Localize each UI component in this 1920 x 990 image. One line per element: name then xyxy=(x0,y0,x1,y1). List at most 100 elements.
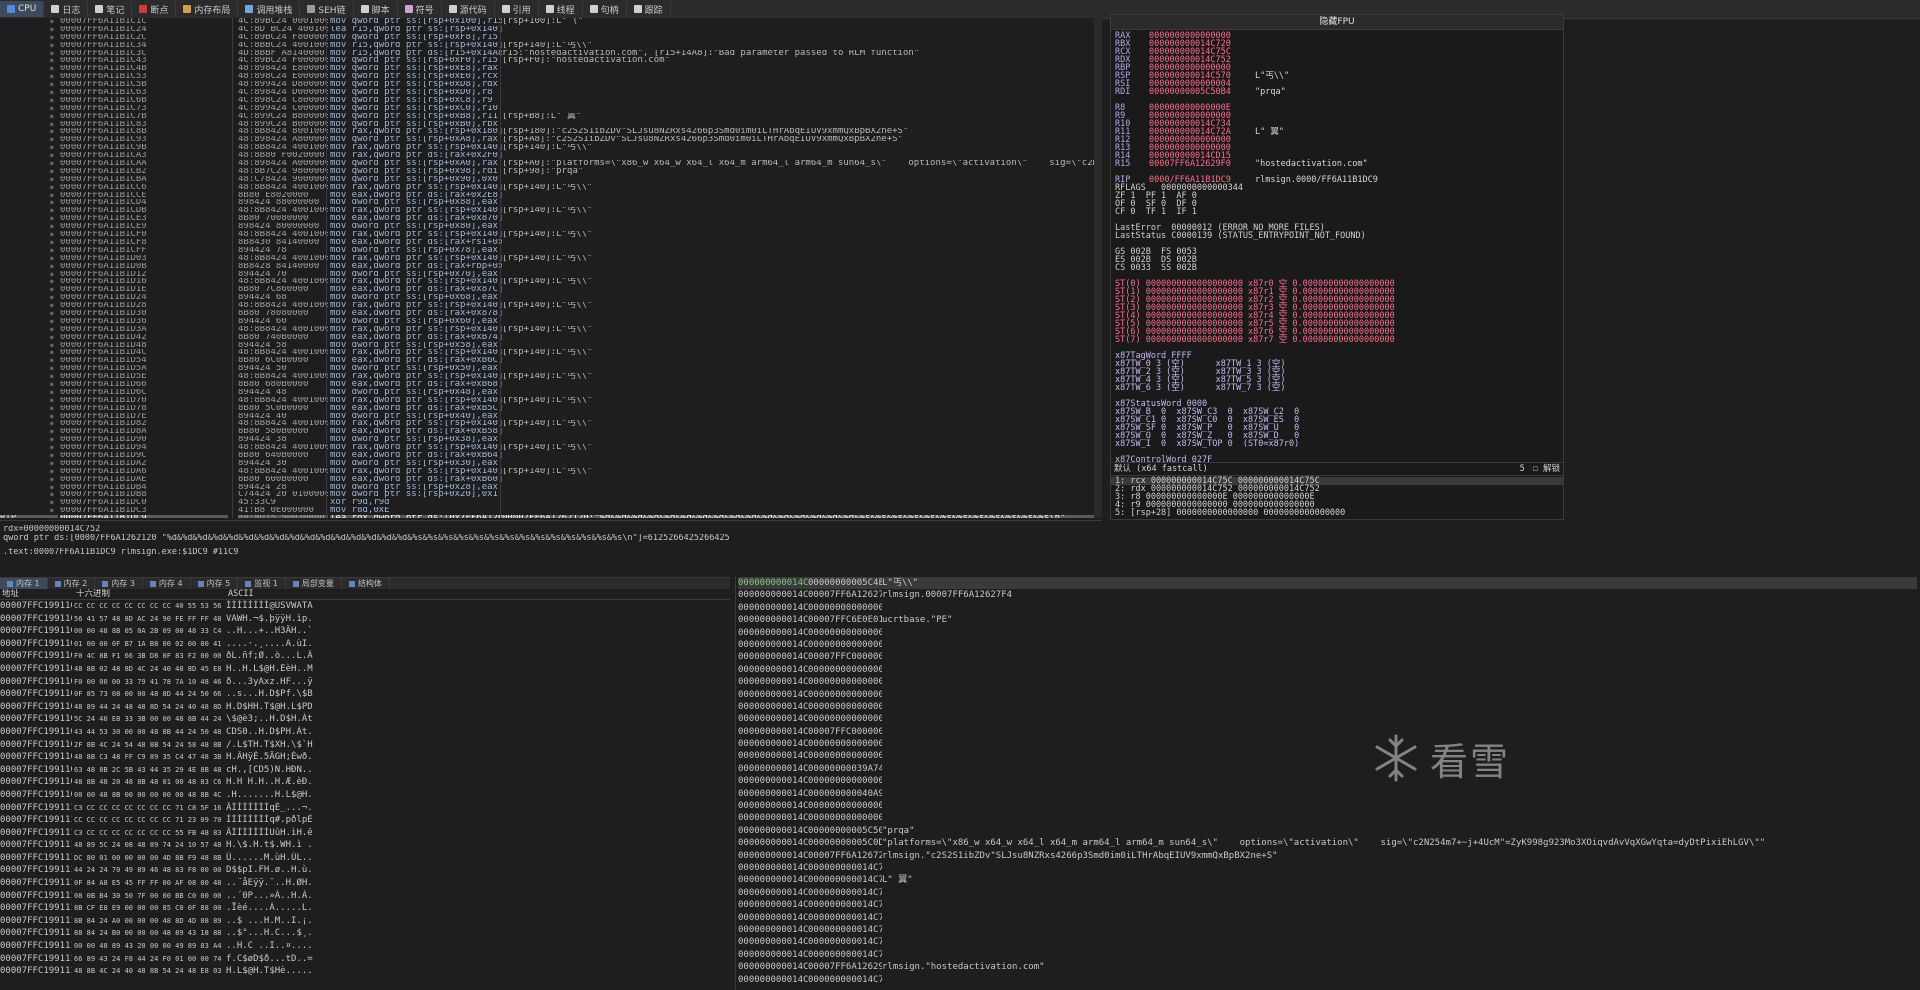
stack-row-comment[interactable] xyxy=(882,812,1917,824)
instruction-address[interactable]: 00007FF6A11B1C9B xyxy=(60,144,228,152)
dump-row-hex[interactable]: 0F 85 73 08 00 00 48 8D 44 24 50 66 89 5… xyxy=(74,688,224,701)
gutter-cell[interactable]: ● xyxy=(0,310,58,318)
instruction-text[interactable]: mov dword ptr ss:[rsp+0x28],eax xyxy=(330,484,502,492)
stack-row-value[interactable]: 000000000040A975 xyxy=(808,788,882,800)
breakpoint-slot-icon[interactable]: ● xyxy=(50,184,54,191)
x87-line[interactable]: x87TW_6 3 (空) x87TW_7 3 (空) xyxy=(1111,384,1563,393)
gutter-cell[interactable]: ● xyxy=(0,128,58,136)
stack-row-address[interactable]: 000000000014C638 xyxy=(738,887,808,899)
gutter-cell[interactable]: ● xyxy=(0,57,58,65)
stack-row-address[interactable]: 000000000014C658 xyxy=(738,936,808,948)
breakpoint-slot-icon[interactable]: ● xyxy=(50,373,54,380)
instruction-text[interactable]: mov eax,dword ptr ds:[rax+0xB6C] xyxy=(330,357,502,365)
dump-row-hex[interactable]: 44 24 24 70 49 89 46 48 83 F8 00 00 48 8… xyxy=(74,864,224,877)
dump-row-hex[interactable]: 88 84 24 B0 00 00 00 48 89 43 18 88 84 2… xyxy=(74,927,224,940)
dump-row-address[interactable]: 00007FFC199111A0 xyxy=(0,927,72,940)
breakpoint-slot-icon[interactable]: ● xyxy=(50,342,54,349)
instruction-text[interactable]: mov rax,qword ptr ss:[rsp+0x140] xyxy=(330,255,502,263)
instruction-comment[interactable]: [rsp+B8]:L" 翼" xyxy=(502,113,1102,121)
breakpoint-slot-icon[interactable]: ● xyxy=(50,326,54,333)
instruction-bytes[interactable]: 894424 60 xyxy=(238,318,328,326)
dump-row-hex[interactable]: 48 8B 4C 24 40 48 8B 54 24 48 E8 03 00 0… xyxy=(74,965,224,978)
gutter-cell[interactable]: ● xyxy=(0,278,58,286)
instruction-address[interactable]: 00007FF6A11B1DC0 xyxy=(60,499,228,507)
breakpoint-slot-icon[interactable]: ● xyxy=(50,507,54,514)
instruction-address[interactable]: 00007FF6A11B1C3C xyxy=(60,50,228,58)
dump-row-address[interactable]: 00007FFC19911010 xyxy=(0,613,72,626)
instruction-bytes[interactable]: 48:898C24 E0000000 xyxy=(238,73,328,81)
instruction-address[interactable]: 00007FF6A11B1DB8 xyxy=(60,491,228,499)
instruction-comment[interactable] xyxy=(502,34,1102,42)
instruction-bytes[interactable]: 48:8B8424 40010000 xyxy=(238,373,328,381)
breakpoint-slot-icon[interactable]: ● xyxy=(50,468,54,475)
instruction-text[interactable]: mov qword ptr ss:[rsp+0x90],0x0 xyxy=(330,176,502,184)
instruction-bytes[interactable]: 8B80 70080000 xyxy=(238,215,328,223)
stack-row-address[interactable]: 000000000014C590 xyxy=(738,627,808,639)
stack-row-address[interactable]: 000000000014C640 xyxy=(738,899,808,911)
dump-row-ascii[interactable]: \$@è3;..H.D$H.Àt xyxy=(226,713,726,726)
breakpoint-slot-icon[interactable]: ● xyxy=(50,18,54,25)
breakpoint-slot-icon[interactable]: ● xyxy=(50,499,54,506)
stack-row-address[interactable]: 000000000014C5F0 xyxy=(738,775,808,787)
instruction-text[interactable]: mov qword ptr ss:[rsp+0xE0],rcx xyxy=(330,73,502,81)
stack-row-address[interactable]: 000000000014C618 xyxy=(738,837,808,849)
stack-row-address[interactable]: 000000000014C610 xyxy=(738,825,808,837)
dump-row-address[interactable]: 00007FFC19911190 xyxy=(0,915,72,928)
instruction-address[interactable]: 00007FF6A11B1D16 xyxy=(60,278,228,286)
stack-row-address[interactable]: 000000000014C5A0 xyxy=(738,651,808,663)
dump-row-address[interactable]: 00007FFC19911140 xyxy=(0,852,72,865)
instruction-comment[interactable]: [rsp+A8]:"c2S2S1ibZDv"SLJsu8NZRxs4266p3S… xyxy=(502,136,1102,144)
stack-row-comment[interactable] xyxy=(882,664,1917,676)
call-arguments-panel[interactable]: 默认 (x64 fastcall) 5 ☐ 解锁 1: rcx 00000000… xyxy=(1110,462,1564,520)
instruction-text[interactable]: mov dword ptr ss:[rsp+0x38],eax xyxy=(330,436,502,444)
instruction-bytes[interactable]: 48:898424 A8000000 xyxy=(238,136,328,144)
x87-line[interactable]: x87SW_I 0 x87SW_TOP 0 (ST0=x87r0) xyxy=(1111,440,1563,449)
breakpoint-slot-icon[interactable]: ● xyxy=(50,223,54,230)
stack-row-value[interactable]: 0000000000000000 xyxy=(808,602,882,614)
stack-row-address[interactable]: 000000000014C578 xyxy=(738,589,808,601)
gutter-cell[interactable]: ● xyxy=(0,452,58,460)
dump-row-hex[interactable]: 63 48 8B 2C 5B 43 44 35 29 4E 8B 48 D0 4… xyxy=(74,764,224,777)
dump-row-address[interactable]: 00007FFC199110C0 xyxy=(0,751,72,764)
stack-row-comment[interactable] xyxy=(882,899,1917,911)
dump-row-ascii[interactable]: ðL.ñf;Ø..ò...L.Ã xyxy=(226,650,726,663)
instruction-text[interactable]: lea rdx,qword ptr ds:[0x7FF6A1262120] xyxy=(330,515,502,518)
instruction-address[interactable]: 00007FF6A11B1D3A xyxy=(60,326,228,334)
instruction-bytes[interactable]: 48:899424 D8000000 xyxy=(238,81,328,89)
instruction-address[interactable]: 00007FF6A11B1C2C xyxy=(60,34,228,42)
instruction-address[interactable]: 00007FF6A11B1C34 xyxy=(60,42,228,50)
instruction-text[interactable]: mov dword ptr ss:[rsp+0x78],eax xyxy=(330,247,502,255)
instruction-comment[interactable]: [rsp+A0]:"platforms=\"x86_w x64_w x64_l … xyxy=(502,160,1102,168)
instruction-text[interactable]: mov qword ptr ss:[rsp+0xD0],r8 xyxy=(330,89,502,97)
dump-row-address[interactable]: 00007FFC199110F0 xyxy=(0,789,72,802)
instruction-text[interactable]: mov qword ptr ss:[rsp+0xA0],rax xyxy=(330,160,502,168)
instruction-comment[interactable] xyxy=(502,334,1102,342)
stack-row-address[interactable]: 000000000014C5C0 xyxy=(738,701,808,713)
stack-row-address[interactable]: 000000000014C5F8 xyxy=(738,788,808,800)
dump-address-column[interactable]: 00007FFC1991100000007FFC1991101000007FFC… xyxy=(0,600,72,990)
dump-row-address[interactable]: 00007FFC19911050 xyxy=(0,663,72,676)
disassembly-view[interactable]: ● ● ● ● ● ● ● ● ● ● ● ● ● ● ● ● ● ● ● ● ● ● ● ● ● ● ● ● ● ● ● ● ● ● ● ● ● ● ● ●… xyxy=(0,18,1102,518)
dump-row-address[interactable]: 00007FFC199111B0 xyxy=(0,940,72,953)
instruction-address[interactable]: 00007FF6A11B1C6B xyxy=(60,97,228,105)
instruction-address[interactable]: 00007FF6A11B1CE3 xyxy=(60,215,228,223)
instruction-comment[interactable] xyxy=(502,499,1102,507)
disassembly-gutter[interactable]: ● ● ● ● ● ● ● ● ● ● ● ● ● ● ● ● ● ● ● ● ● ● ● ● ● ● ● ● ● ● ● ● ● ● ● ● ● ● ● ●… xyxy=(0,18,58,518)
instruction-text[interactable]: mov dword ptr ss:[rsp+0x50],eax xyxy=(330,365,502,373)
instruction-text[interactable]: mov rax,qword ptr ss:[rsp+0x140] xyxy=(330,349,502,357)
instruction-comment[interactable] xyxy=(502,310,1102,318)
instruction-text[interactable]: mov rax,qword ptr ss:[rsp+0x140] xyxy=(330,302,502,310)
tab-memory-map[interactable]: 内存布局 xyxy=(176,1,239,17)
instruction-text[interactable]: mov r15,qword ptr ds:[r15+0x14A8] xyxy=(330,50,502,58)
gutter-cell[interactable]: ● xyxy=(0,97,58,105)
breakpoint-slot-icon[interactable]: ● xyxy=(50,397,54,404)
instruction-comment[interactable] xyxy=(502,428,1102,436)
dump-row-address[interactable]: 00007FFC19911120 xyxy=(0,827,72,840)
breakpoint-slot-icon[interactable]: ● xyxy=(50,199,54,206)
gutter-cell[interactable]: ● xyxy=(0,460,58,468)
breakpoint-slot-icon[interactable]: ● xyxy=(50,484,54,491)
stack-row-comment[interactable]: L" 翼" xyxy=(882,874,1917,886)
breakpoint-slot-icon[interactable]: ● xyxy=(50,57,54,64)
instruction-bytes[interactable]: 4C:899424 C0000000 xyxy=(238,105,328,113)
register-r15[interactable]: R15 00007FF6A12629F0 "hostedactivation.com… xyxy=(1111,160,1563,169)
